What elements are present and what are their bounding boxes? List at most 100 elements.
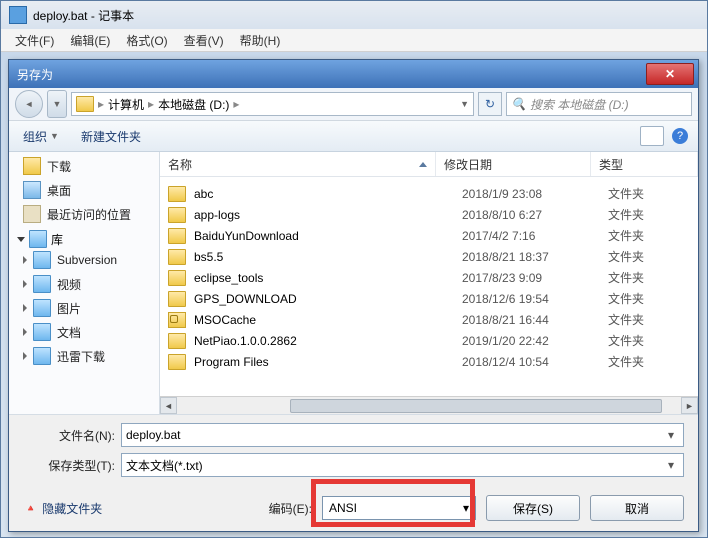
file-type: 文件夹 — [608, 353, 698, 370]
table-row[interactable]: NetPiao.1.0.0.28622019/1/20 22:42文件夹 — [160, 330, 698, 351]
fields-area: 文件名(N): deploy.bat ▾ 保存类型(T): 文本文档(*.txt… — [9, 414, 698, 485]
file-type: 文件夹 — [608, 332, 698, 349]
help-icon[interactable]: ? — [672, 128, 688, 144]
nav-bar: ◄ ▼ ▸ 计算机 ▸ 本地磁盘 (D:) ▸ ▼ ↻ 🔍 搜索 本地磁盘 (D… — [9, 88, 698, 121]
cancel-button[interactable]: 取消 — [590, 495, 684, 521]
refresh-button[interactable]: ↻ — [478, 92, 502, 116]
sidebar-item-subversion[interactable]: Subversion — [9, 248, 159, 272]
save-as-dialog: 另存为 ✕ ◄ ▼ ▸ 计算机 ▸ 本地磁盘 (D:) ▸ ▼ ↻ 🔍 搜索 本… — [8, 59, 699, 532]
sidebar-item-pictures[interactable]: 图片 — [9, 296, 159, 320]
table-row[interactable]: BaiduYunDownload2017/4/2 7:16文件夹 — [160, 225, 698, 246]
scroll-right-button[interactable]: ► — [681, 397, 698, 414]
folder-icon — [168, 249, 186, 265]
column-type[interactable]: 类型 — [591, 152, 698, 176]
file-date: 2018/8/10 6:27 — [462, 208, 608, 222]
menu-format[interactable]: 格式(O) — [120, 30, 173, 51]
file-date: 2019/1/20 22:42 — [462, 334, 608, 348]
close-button[interactable]: ✕ — [646, 63, 694, 85]
filetype-select[interactable]: 文本文档(*.txt) ▾ — [121, 453, 684, 477]
folder-icon — [168, 354, 186, 370]
table-row[interactable]: eclipse_tools2017/8/23 9:09文件夹 — [160, 267, 698, 288]
address-bar[interactable]: ▸ 计算机 ▸ 本地磁盘 (D:) ▸ ▼ — [71, 92, 474, 116]
sidebar-item-downloads[interactable]: 下载 — [9, 154, 159, 178]
notepad-titlebar: deploy.bat - 记事本 — [1, 1, 707, 29]
folder-icon — [168, 186, 186, 202]
folder-icon — [168, 270, 186, 286]
file-type: 文件夹 — [608, 269, 698, 286]
nav-back-button[interactable]: ◄ — [15, 90, 43, 118]
notepad-menubar[interactable]: 文件(F) 编辑(E) 格式(O) 查看(V) 帮助(H) — [1, 29, 707, 52]
table-row[interactable]: bs5.52018/8/21 18:37文件夹 — [160, 246, 698, 267]
file-name: eclipse_tools — [194, 271, 462, 285]
file-date: 2018/1/9 23:08 — [462, 187, 608, 201]
file-name: bs5.5 — [194, 250, 462, 264]
dropdown-icon[interactable]: ▾ — [463, 501, 469, 515]
file-date: 2017/4/2 7:16 — [462, 229, 608, 243]
sidebar: 下载 桌面 最近访问的位置 库 Subversion 视频 图片 文档 迅雷下载 — [9, 152, 160, 414]
menu-help[interactable]: 帮助(H) — [234, 30, 287, 51]
file-name: MSOCache — [194, 313, 462, 327]
file-name: abc — [194, 187, 462, 201]
organize-button[interactable]: 组织 ▼ — [19, 126, 63, 147]
sidebar-item-desktop[interactable]: 桌面 — [9, 178, 159, 202]
menu-edit[interactable]: 编辑(E) — [64, 30, 116, 51]
column-name[interactable]: 名称 — [160, 152, 436, 176]
sidebar-libraries-header[interactable]: 库 — [9, 230, 159, 248]
file-type: 文件夹 — [608, 206, 698, 223]
table-row[interactable]: abc2018/1/9 23:08文件夹 — [160, 183, 698, 204]
breadcrumb-drive[interactable]: 本地磁盘 (D:) — [158, 96, 229, 113]
encoding-select[interactable]: ANSI ▾ — [322, 496, 476, 520]
file-date: 2018/8/21 16:44 — [462, 313, 608, 327]
file-name: GPS_DOWNLOAD — [194, 292, 462, 306]
menu-file[interactable]: 文件(F) — [9, 30, 60, 51]
address-dropdown-icon[interactable]: ▼ — [460, 99, 469, 109]
folder-icon — [168, 207, 186, 223]
locked-folder-icon — [168, 312, 186, 328]
save-button[interactable]: 保存(S) — [486, 495, 580, 521]
sidebar-item-recent[interactable]: 最近访问的位置 — [9, 202, 159, 226]
chevron-up-icon: 🔺 — [25, 503, 36, 514]
table-row[interactable]: GPS_DOWNLOAD2018/12/6 19:54文件夹 — [160, 288, 698, 309]
folder-icon — [168, 333, 186, 349]
file-type: 文件夹 — [608, 185, 698, 202]
menu-view[interactable]: 查看(V) — [178, 30, 230, 51]
breadcrumb-computer[interactable]: 计算机 — [108, 96, 144, 113]
dialog-title-text: 另存为 — [17, 66, 53, 83]
notepad-window: deploy.bat - 记事本 文件(F) 编辑(E) 格式(O) 查看(V)… — [0, 0, 708, 538]
scroll-left-button[interactable]: ◄ — [160, 397, 177, 414]
folder-icon — [168, 291, 186, 307]
file-list[interactable]: abc2018/1/9 23:08文件夹app-logs2018/8/10 6:… — [160, 177, 698, 396]
dropdown-icon[interactable]: ▾ — [663, 458, 679, 472]
nav-history-button[interactable]: ▼ — [47, 90, 67, 118]
filename-label: 文件名(N): — [23, 427, 121, 444]
file-type: 文件夹 — [608, 311, 698, 328]
dialog-titlebar[interactable]: 另存为 ✕ — [9, 60, 698, 88]
search-icon: 🔍 — [511, 97, 526, 111]
sidebar-item-videos[interactable]: 视频 — [9, 272, 159, 296]
file-list-pane: 名称 修改日期 类型 abc2018/1/9 23:08文件夹app-logs2… — [160, 152, 698, 414]
drive-icon — [76, 96, 94, 112]
new-folder-button[interactable]: 新建文件夹 — [77, 126, 145, 147]
column-headers[interactable]: 名称 修改日期 类型 — [160, 152, 698, 177]
encoding-label: 编码(E): — [269, 500, 312, 517]
scroll-thumb[interactable] — [290, 399, 662, 413]
file-name: app-logs — [194, 208, 462, 222]
horizontal-scrollbar[interactable]: ◄ ► — [160, 396, 698, 414]
table-row[interactable]: app-logs2018/8/10 6:27文件夹 — [160, 204, 698, 225]
table-row[interactable]: Program Files2018/12/4 10:54文件夹 — [160, 351, 698, 372]
column-date[interactable]: 修改日期 — [436, 152, 591, 176]
dropdown-icon[interactable]: ▾ — [663, 428, 679, 442]
dialog-footer: 🔺 隐藏文件夹 编码(E): ANSI ▾ 保存(S) 取消 — [9, 485, 698, 531]
file-date: 2017/8/23 9:09 — [462, 271, 608, 285]
sidebar-item-xunlei[interactable]: 迅雷下载 — [9, 344, 159, 368]
search-input[interactable]: 🔍 搜索 本地磁盘 (D:) — [506, 92, 692, 116]
filename-input[interactable]: deploy.bat ▾ — [121, 423, 684, 447]
file-type: 文件夹 — [608, 248, 698, 265]
sort-indicator-icon — [419, 162, 427, 167]
table-row[interactable]: MSOCache2018/8/21 16:44文件夹 — [160, 309, 698, 330]
hide-folders-link[interactable]: 🔺 隐藏文件夹 — [25, 500, 102, 517]
view-mode-button[interactable] — [640, 126, 664, 146]
notepad-icon — [9, 6, 27, 24]
sidebar-item-documents[interactable]: 文档 — [9, 320, 159, 344]
toolbar: 组织 ▼ 新建文件夹 ? — [9, 121, 698, 152]
